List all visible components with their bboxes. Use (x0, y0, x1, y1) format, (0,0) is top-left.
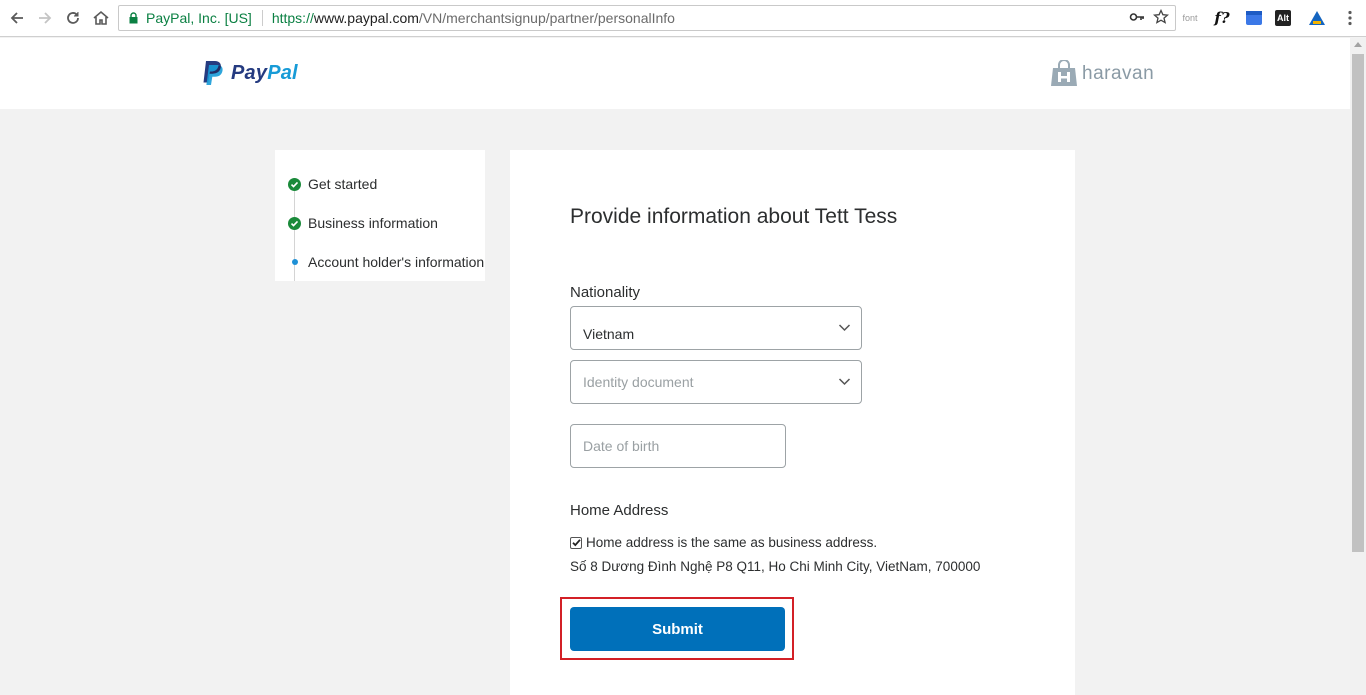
font-extension-icon[interactable]: font (1180, 8, 1200, 28)
submit-button[interactable]: Submit (570, 607, 785, 651)
haravan-wordmark: haravan (1082, 63, 1155, 84)
lock-icon (129, 12, 138, 24)
step-label: Business information (308, 215, 438, 231)
browser-toolbar: PayPal, Inc. [US] https://www.paypal.com… (0, 0, 1366, 37)
url-host: www.paypal.com (313, 10, 419, 26)
address-bar[interactable]: PayPal, Inc. [US] https://www.paypal.com… (118, 5, 1176, 31)
whatfont-extension-icon[interactable]: f? (1212, 8, 1232, 28)
paypal-word-pay: Pay (231, 61, 268, 84)
alt-text-extension-icon[interactable]: Alt (1275, 10, 1291, 26)
step-label: Account holder's information (308, 254, 485, 270)
paypal-word-pal: Pal (267, 61, 298, 84)
reload-button[interactable] (62, 7, 84, 29)
nationality-value: Vietnam (583, 326, 635, 342)
haravan-bag-icon (1051, 60, 1077, 86)
paypal-logo[interactable]: PayPal (200, 60, 298, 86)
home-address-label: Home Address (570, 502, 669, 519)
nationality-select[interactable]: Vietnam (570, 306, 862, 350)
check-circle-icon (288, 216, 301, 230)
back-button[interactable] (6, 7, 28, 29)
omnibox-divider (261, 10, 263, 26)
date-of-birth-input[interactable]: Date of birth (570, 424, 786, 468)
url-scheme: https:// (271, 10, 314, 26)
identity-document-placeholder: Identity document (583, 374, 694, 390)
nationality-label: Nationality (570, 284, 641, 301)
reload-icon (67, 12, 79, 24)
forward-button[interactable] (34, 7, 56, 29)
same-address-label: Home address is the same as business add… (586, 535, 878, 550)
current-step-dot-icon (288, 256, 301, 269)
checkmark-icon (571, 539, 581, 547)
identity-document-select[interactable]: Identity document (570, 360, 862, 404)
window-extension-icon[interactable] (1244, 8, 1264, 28)
key-icon[interactable] (1129, 9, 1145, 28)
step-label: Get started (308, 176, 378, 192)
scroll-up-arrow-icon[interactable] (1354, 42, 1362, 47)
same-address-checkbox[interactable] (570, 536, 582, 549)
progress-steps: Get started Business information Account… (275, 150, 485, 281)
same-address-option[interactable]: Home address is the same as business add… (570, 535, 877, 550)
triangle-extension-icon[interactable] (1307, 8, 1327, 28)
secure-indicator[interactable]: PayPal, Inc. [US] (119, 6, 252, 30)
account-holder-form: Provide information about Tett Tess Nati… (510, 150, 1075, 695)
secure-label: PayPal, Inc. [US] (146, 10, 252, 26)
date-of-birth-placeholder: Date of birth (583, 438, 660, 454)
forward-arrow-icon (39, 12, 52, 24)
chevron-down-icon (838, 324, 851, 332)
page-scrollbar[interactable] (1350, 38, 1366, 695)
chevron-down-icon (838, 378, 851, 386)
business-address-text: Số 8 Dương Đình Nghệ P8 Q11, Ho Chi Minh… (570, 559, 981, 574)
step-account-holder-information: Account holder's information (288, 254, 484, 270)
scrollbar-thumb[interactable] (1352, 54, 1364, 552)
haravan-logo[interactable]: haravan (1050, 60, 1154, 88)
step-get-started: Get started (288, 176, 377, 192)
bookmark-star-icon[interactable] (1152, 8, 1170, 28)
check-circle-icon (288, 177, 301, 191)
home-button[interactable] (90, 7, 112, 29)
back-arrow-icon (10, 12, 23, 24)
menu-icon[interactable] (1338, 8, 1362, 28)
home-icon (93, 10, 109, 25)
page-title: Provide information about Tett Tess (570, 205, 898, 228)
page-header: PayPal haravan (0, 38, 1350, 109)
url-path: /VN/merchantsignup/partner/personalInfo (418, 10, 675, 26)
step-business-information: Business information (288, 215, 438, 231)
paypal-mark-icon (203, 61, 223, 85)
